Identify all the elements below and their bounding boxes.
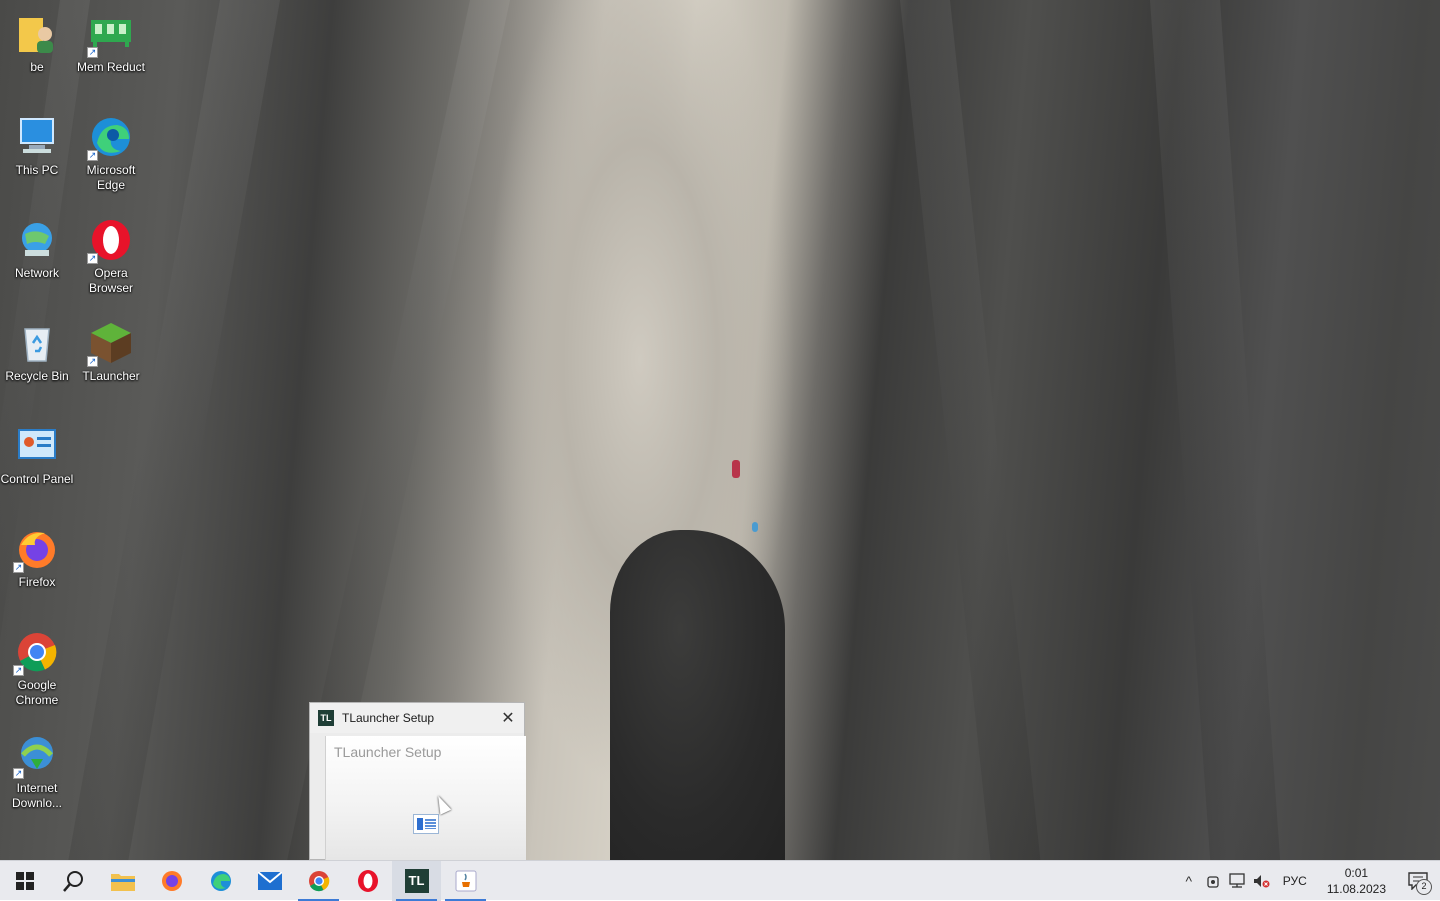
- desktop-icon-user-folder[interactable]: be: [0, 10, 74, 75]
- recycle-bin-icon: [13, 319, 61, 367]
- desktop-icon-edge[interactable]: ↗ Microsoft Edge: [74, 113, 148, 193]
- network-icon: [13, 216, 61, 264]
- desktop-icon-label: Internet Downlo...: [11, 781, 63, 810]
- desktop-icon-label: This PC: [15, 163, 59, 177]
- opera-icon: [357, 869, 378, 892]
- setup-heading: TLauncher Setup: [334, 744, 442, 760]
- taskbar-opera[interactable]: [343, 861, 392, 901]
- wallpaper-texture: [1150, 0, 1281, 860]
- desktop-icon-label: Network: [14, 266, 59, 280]
- mail-icon: [257, 871, 282, 890]
- mem-reduct-icon: ↗: [87, 10, 135, 58]
- volume-button[interactable]: [1249, 861, 1273, 901]
- wallpaper-boulder: [610, 530, 785, 860]
- tlauncher-app-icon: TL: [318, 710, 334, 726]
- clock-date: 11.08.2023: [1326, 881, 1386, 896]
- java-icon: [455, 870, 476, 891]
- idm-icon: ↗: [13, 731, 61, 779]
- folder-icon: [110, 873, 135, 891]
- desktop-icon-label: Microsoft Edge: [86, 163, 136, 192]
- desktop-icon-label: Google Chrome: [15, 678, 59, 707]
- desktop-icon-label: be: [30, 60, 44, 74]
- desktop-icon-network[interactable]: Network: [0, 216, 74, 281]
- desktop-icon-opera[interactable]: ↗ Opera Browser: [74, 216, 148, 296]
- desktop-icon-label: Firefox: [18, 575, 56, 589]
- desktop-icon-label: Recycle Bin: [5, 369, 69, 383]
- taskbar-firefox[interactable]: [147, 861, 196, 901]
- control-panel-icon: [13, 422, 61, 470]
- windows-logo-icon: [15, 871, 34, 890]
- desktop-wallpaper: be ↗ Mem Reduct This PC ↗ Microsoft Edge…: [0, 0, 1440, 860]
- taskbar-java[interactable]: [441, 861, 490, 901]
- setup-window-title: TLauncher Setup: [342, 711, 435, 725]
- shortcut-arrow-icon: ↗: [13, 562, 24, 573]
- network-status-button[interactable]: [1225, 861, 1249, 901]
- chrome-icon: ↗: [13, 628, 61, 676]
- shortcut-arrow-icon: ↗: [87, 150, 98, 161]
- setup-window-titlebar[interactable]: TL TLauncher Setup ✕: [310, 703, 524, 733]
- taskbar-tlauncher[interactable]: TL: [392, 860, 441, 901]
- desktop-icon-label: TLauncher: [82, 369, 140, 383]
- desktop-icon-chrome[interactable]: ↗ Google Chrome: [0, 628, 74, 708]
- firefox-icon: [161, 870, 182, 891]
- shortcut-arrow-icon: ↗: [87, 253, 98, 264]
- shortcut-arrow-icon: ↗: [87, 47, 98, 58]
- tlauncher-setup-window[interactable]: TL TLauncher Setup ✕ TLauncher Setup: [309, 702, 526, 860]
- clock-time: 0:01: [1344, 865, 1369, 880]
- user-folder-icon: [13, 10, 61, 58]
- shortcut-arrow-icon: ↗: [13, 665, 24, 676]
- desktop-icon-recycle-bin[interactable]: Recycle Bin: [0, 319, 74, 384]
- desktop-icon-mem-reduct[interactable]: ↗ Mem Reduct: [74, 10, 148, 75]
- show-hidden-icons-button[interactable]: ^: [1177, 861, 1201, 901]
- close-button[interactable]: ✕: [492, 703, 524, 733]
- input-language-button[interactable]: РУС: [1273, 874, 1317, 888]
- climber-figure: [752, 522, 758, 532]
- tray-app-icon[interactable]: [1201, 861, 1225, 901]
- action-center-button[interactable]: 2: [1396, 861, 1440, 901]
- firefox-icon: ↗: [13, 525, 61, 573]
- gadget-icon: [1207, 875, 1219, 888]
- wallpaper-texture: [900, 0, 1041, 860]
- installer-icon: [413, 814, 439, 834]
- taskbar: TL ^ РУС 0:01 11.08.2023 2: [0, 860, 1440, 901]
- search-button[interactable]: [49, 861, 98, 901]
- close-icon: ✕: [501, 710, 515, 727]
- taskbar-edge[interactable]: [196, 861, 245, 901]
- shortcut-arrow-icon: ↗: [13, 768, 24, 779]
- desktop-icon-label: Mem Reduct: [76, 60, 146, 74]
- desktop-icon-tlauncher[interactable]: ↗ TLauncher: [74, 319, 148, 384]
- climber-figure: [732, 460, 740, 478]
- desktop-icon-internet-download-manager[interactable]: ↗ Internet Downlo...: [0, 731, 74, 811]
- start-button[interactable]: [0, 861, 49, 901]
- edge-icon: ↗: [87, 113, 135, 161]
- desktop-icon-label: Control Panel: [0, 472, 74, 486]
- system-tray: ^ РУС 0:01 11.08.2023 2: [1177, 861, 1440, 901]
- setup-splash-panel: TLauncher Setup: [325, 736, 526, 860]
- network-wired-icon: [1229, 872, 1245, 888]
- tlauncher-icon: ↗: [87, 319, 135, 367]
- desktop-icon-label: Opera Browser: [88, 266, 133, 295]
- taskbar-mail[interactable]: [245, 861, 294, 901]
- shortcut-arrow-icon: ↗: [87, 356, 98, 367]
- opera-icon: ↗: [87, 216, 135, 264]
- notification-count-badge: 2: [1416, 878, 1432, 895]
- this-pc-icon: [13, 113, 61, 161]
- search-icon: [62, 870, 83, 892]
- volume-muted-icon: [1253, 874, 1270, 887]
- tlauncher-icon: TL: [404, 868, 429, 893]
- edge-icon: [210, 870, 231, 891]
- desktop-icon-control-panel[interactable]: Control Panel: [0, 422, 74, 487]
- taskbar-file-explorer[interactable]: [98, 861, 147, 901]
- taskbar-chrome[interactable]: [294, 861, 343, 901]
- chevron-up-icon: ^: [1185, 872, 1193, 889]
- desktop-icon-this-pc[interactable]: This PC: [0, 113, 74, 178]
- desktop-icon-firefox[interactable]: ↗ Firefox: [0, 525, 74, 590]
- clock-button[interactable]: 0:01 11.08.2023: [1317, 865, 1396, 897]
- chrome-icon: [308, 870, 329, 891]
